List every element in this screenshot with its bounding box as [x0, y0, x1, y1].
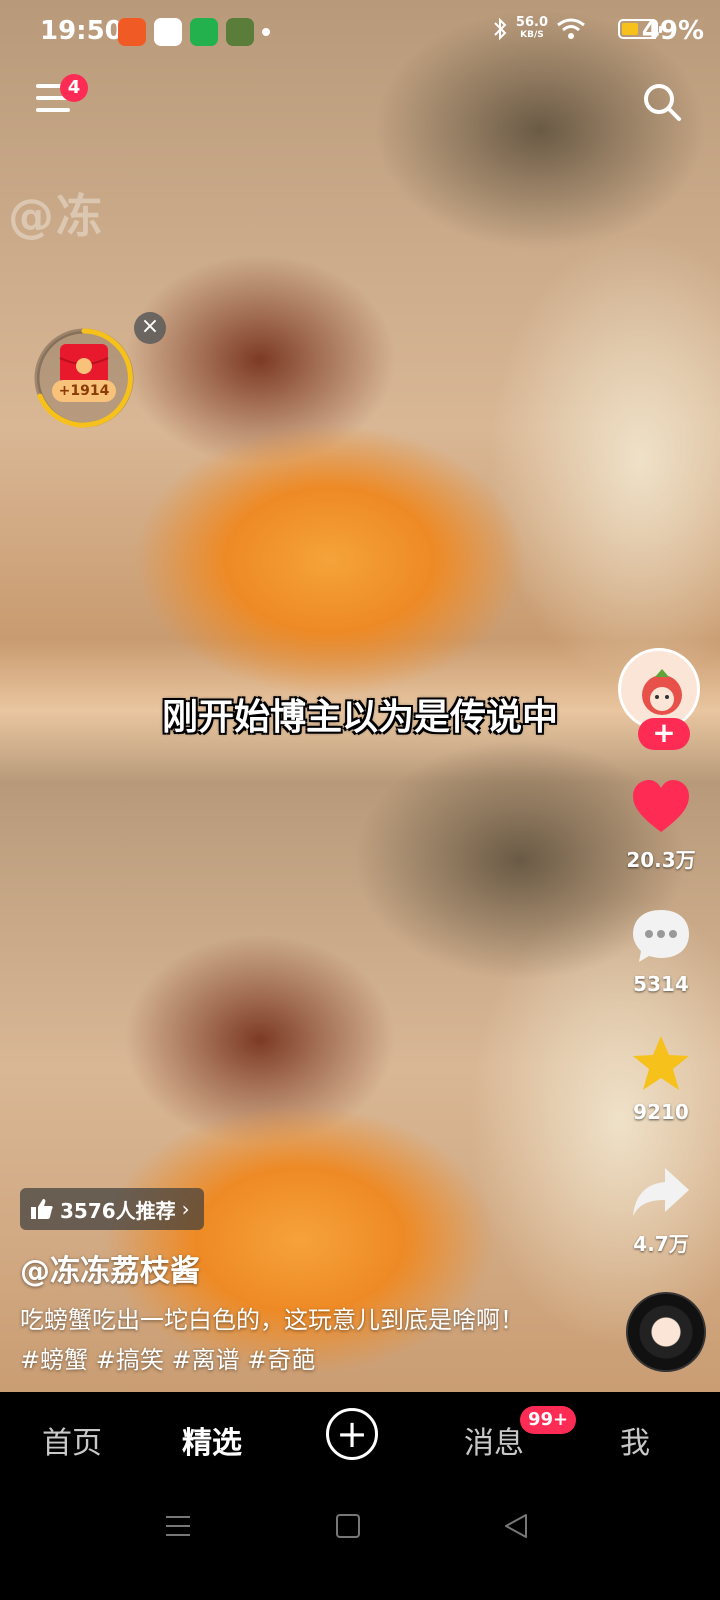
notification-dot: [262, 28, 270, 36]
red-packet-amount: +1914: [52, 380, 116, 402]
share-count: 4.7万: [633, 1232, 689, 1256]
tab-me[interactable]: 我: [620, 1418, 650, 1462]
status-time: 19:50: [40, 16, 123, 46]
app-icon: [118, 18, 146, 46]
video-description: 吃螃蟹吃出一坨白色的，这玩意儿到底是啥啊！#螃蟹 #搞笑 #离谱 #奇葩: [20, 1306, 524, 1374]
bottom-tab-bar: 首页 精选 + 消息 99+ 我: [0, 1392, 720, 1484]
wifi-icon: [557, 18, 585, 39]
share-button[interactable]: 4.7万: [616, 1160, 706, 1257]
tab-featured[interactable]: 精选: [182, 1418, 242, 1462]
favorite-button[interactable]: 9210: [616, 1032, 706, 1124]
share-icon: [633, 1168, 689, 1216]
video-subtitle: 刚开始博主以为是传说中: [161, 697, 558, 738]
red-packet-widget[interactable]: [32, 326, 136, 430]
like-button[interactable]: 20.3万: [616, 776, 706, 873]
comment-count: 5314: [633, 972, 689, 996]
thumbs-up-icon: [31, 1199, 53, 1219]
status-bar: 19:50 56.0 KB/S 49%: [0, 0, 720, 64]
app-icon: [226, 18, 254, 46]
menu-badge: 4: [60, 74, 88, 102]
music-disc-icon[interactable]: [626, 1292, 706, 1372]
app-icon: [190, 18, 218, 46]
network-speed-value: 56.0: [515, 15, 548, 30]
chevron-right-icon: ›: [181, 1197, 190, 1221]
menu-nav-icon[interactable]: [164, 1512, 192, 1540]
network-speed: 56.0 KB/S: [516, 16, 548, 42]
messages-badge: 99+: [520, 1406, 577, 1434]
status-right-cluster: 56.0 KB/S: [492, 16, 662, 42]
comment-icon: [633, 910, 689, 962]
follow-button[interactable]: +: [638, 718, 690, 750]
status-app-icons: [118, 18, 254, 46]
star-icon: [633, 1036, 689, 1090]
battery-percent: 49%: [641, 16, 704, 46]
author-name[interactable]: @冻冻荔枝酱: [20, 1246, 200, 1290]
heart-icon: [633, 780, 689, 832]
recommend-button[interactable]: 3576人推荐 ›: [20, 1188, 204, 1230]
tab-messages[interactable]: 消息: [464, 1418, 524, 1462]
app-icon: [154, 18, 182, 46]
video-watermark: @冻: [8, 189, 104, 243]
add-button[interactable]: +: [326, 1408, 378, 1460]
close-icon[interactable]: ×: [134, 312, 166, 344]
like-count: 20.3万: [626, 848, 696, 872]
network-speed-unit: KB/S: [520, 30, 544, 40]
menu-line: [36, 108, 70, 112]
tab-home[interactable]: 首页: [42, 1418, 102, 1462]
system-nav-bar: [0, 1484, 720, 1600]
comment-button[interactable]: 5314: [616, 904, 706, 996]
recommend-count: 3576人推荐: [60, 1198, 176, 1223]
favorite-count: 9210: [633, 1100, 689, 1124]
search-icon[interactable]: [642, 82, 682, 122]
battery-level: [622, 23, 638, 35]
back-nav-icon[interactable]: [502, 1512, 530, 1540]
bluetooth-icon: [494, 17, 507, 41]
home-nav-icon[interactable]: [334, 1512, 362, 1540]
